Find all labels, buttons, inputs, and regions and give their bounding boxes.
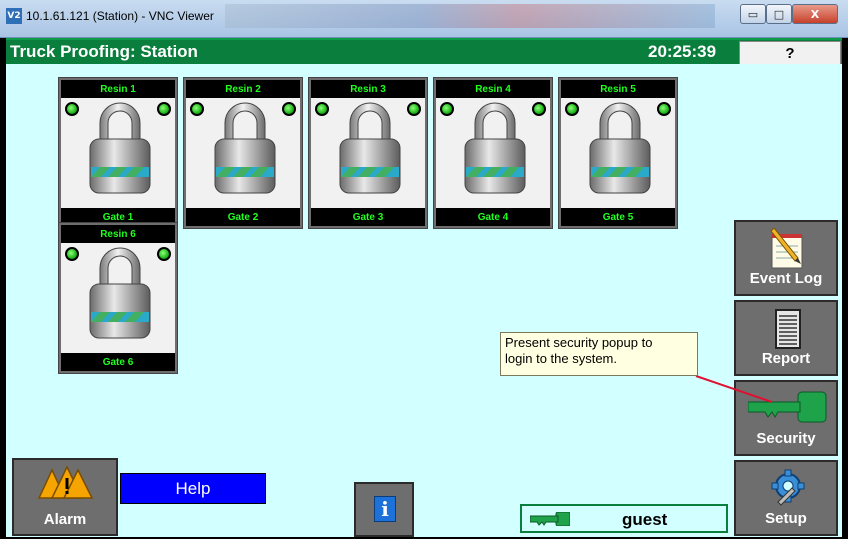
warning-icon xyxy=(38,466,94,499)
clock: 20:25:39 xyxy=(648,42,717,61)
maximize-button[interactable]: □ xyxy=(766,4,792,24)
title-toolbar-area xyxy=(225,4,715,28)
minimize-button[interactable]: ▭ xyxy=(740,4,766,24)
close-button[interactable]: X xyxy=(792,4,838,24)
main-panel: Resin 1 Gate 1 Resin 2 Gate 2 Resin 3 Ga… xyxy=(6,64,842,537)
window-titlebar: V2 10.1.61.121 (Station) - VNC Viewer ▭ … xyxy=(0,0,848,38)
tooltip-line-1: Present security popup to xyxy=(505,335,653,350)
info-icon: i xyxy=(374,496,396,522)
vnc-logo-icon: V2 xyxy=(6,8,22,24)
current-user-box: guest xyxy=(520,504,728,533)
window-title: 10.1.61.121 (Station) - VNC Viewer xyxy=(26,9,214,23)
alarm-button[interactable]: Alarm xyxy=(12,458,118,536)
security-tooltip: Present security popup to login to the s… xyxy=(500,332,698,376)
current-user-name: guest xyxy=(622,510,668,529)
app-header: Truck Proofing: Station 20:25:39 ? xyxy=(6,38,842,65)
alarm-label: Alarm xyxy=(43,511,87,528)
info-button[interactable]: i xyxy=(354,482,414,537)
user-key-icon xyxy=(530,512,570,526)
help-button[interactable]: Help xyxy=(120,473,266,504)
tooltip-line-2: login to the system. xyxy=(505,351,617,366)
page-title: Truck Proofing: Station xyxy=(10,42,198,61)
tooltip-pointer xyxy=(695,375,773,403)
help-question-button[interactable]: ? xyxy=(739,41,841,65)
